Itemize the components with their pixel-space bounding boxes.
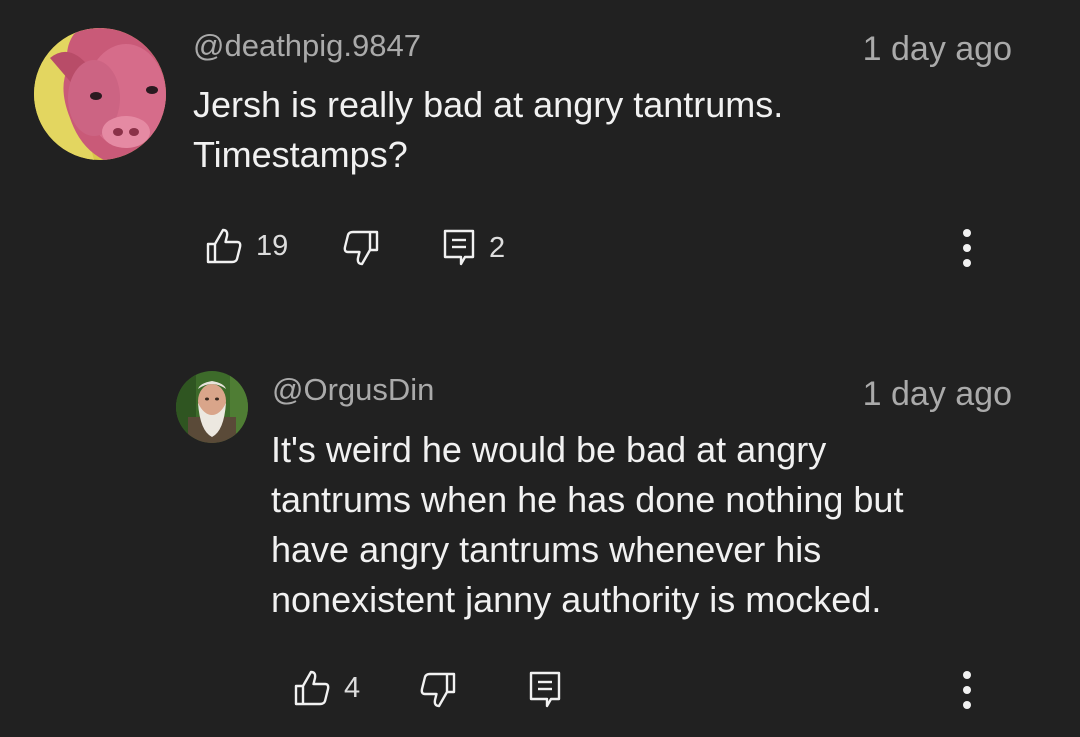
more-dot: [963, 259, 971, 267]
comment-text-line: Timestamps?: [193, 134, 408, 175]
comment-time: 1 day ago: [862, 30, 1012, 68]
dislike-button[interactable]: [420, 671, 456, 709]
thumbs-up-icon: [206, 228, 242, 264]
more-options-button[interactable]: [947, 218, 987, 278]
reply-icon: [529, 671, 561, 708]
bearded-man-avatar-icon: [176, 371, 248, 443]
more-dot: [963, 686, 971, 694]
comment-text-line: Jersh is really bad at angry tantrums.: [193, 84, 784, 125]
reply-count: 2: [489, 231, 506, 264]
like-button[interactable]: 4: [294, 669, 360, 707]
reply-button[interactable]: [529, 671, 561, 709]
author-avatar[interactable]: [34, 28, 166, 160]
more-vertical-icon: [963, 671, 971, 679]
comment-text-line: nonexistent janny authority is mocked.: [271, 579, 882, 620]
reply-button[interactable]: 2: [443, 229, 505, 267]
comment-text-line: tantrums when he has done nothing but: [271, 479, 904, 520]
more-dot: [963, 701, 971, 709]
more-vertical-icon: [963, 229, 971, 237]
comment-text-line: have angry tantrums whenever his: [271, 529, 822, 570]
thumbs-down-icon: [420, 672, 456, 708]
comment-author[interactable]: @deathpig.9847: [193, 30, 421, 61]
pink-pig-avatar-icon: [34, 28, 166, 160]
dislike-button[interactable]: [343, 229, 379, 267]
thumbs-down-icon: [343, 230, 379, 266]
like-count: 19: [256, 229, 289, 262]
reply-icon: [443, 229, 475, 266]
more-options-button[interactable]: [947, 660, 987, 720]
comment-time: 1 day ago: [862, 375, 1012, 413]
comment-text: It's weird he would be bad at angry tant…: [271, 425, 903, 625]
comment-text: Jersh is really bad at angry tantrums. T…: [193, 80, 783, 180]
more-dot: [963, 244, 971, 252]
author-avatar[interactable]: [176, 371, 248, 443]
comments-section: @deathpig.9847 1 day ago Jersh is really…: [0, 0, 1080, 737]
thumbs-up-icon: [294, 670, 330, 706]
comment-author[interactable]: @OrgusDin: [272, 374, 434, 405]
like-count: 4: [344, 671, 361, 704]
comment-text-line: It's weird he would be bad at angry: [271, 429, 827, 470]
like-button[interactable]: 19: [206, 227, 288, 265]
